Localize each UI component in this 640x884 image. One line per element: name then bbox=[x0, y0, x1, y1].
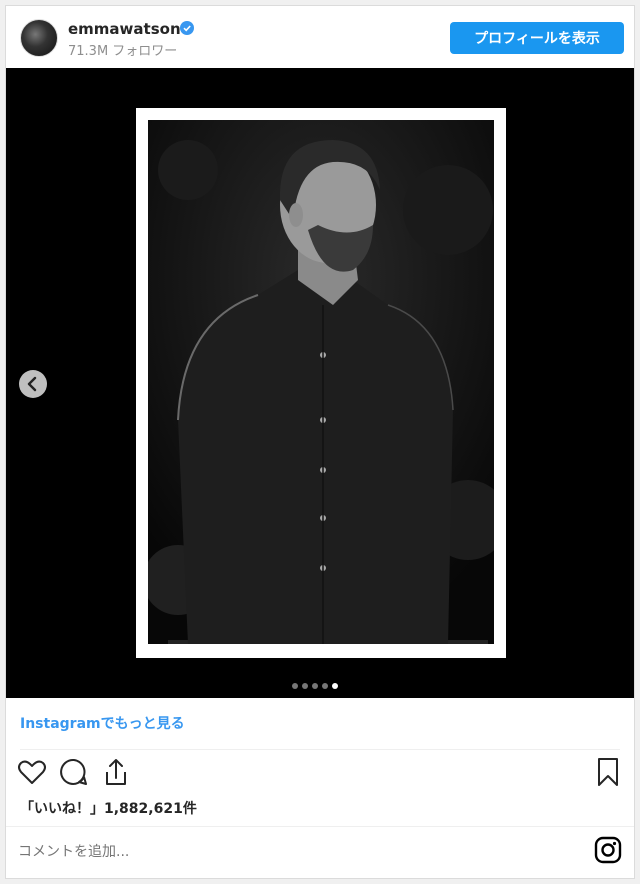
instagram-embed-card: emmawatson 71.3M フォロワー プロフィールを表示 Instagr… bbox=[5, 5, 635, 879]
username[interactable]: emmawatson bbox=[68, 20, 181, 38]
action-bar bbox=[6, 756, 634, 796]
view-more-on-instagram-link[interactable]: Instagramでもっと見る bbox=[20, 713, 185, 733]
bookmark-icon[interactable] bbox=[592, 756, 624, 788]
comment-icon[interactable] bbox=[58, 756, 90, 788]
comment-input[interactable] bbox=[16, 836, 560, 868]
instagram-logo-icon[interactable] bbox=[594, 836, 622, 864]
post-photo bbox=[148, 120, 494, 644]
chevron-left-icon bbox=[27, 376, 37, 392]
carousel-dot bbox=[322, 683, 328, 689]
verified-badge-icon bbox=[180, 21, 194, 35]
carousel-dot bbox=[302, 683, 308, 689]
carousel-dot bbox=[312, 683, 318, 689]
photo-frame bbox=[136, 108, 506, 658]
portrait-photo bbox=[148, 120, 494, 644]
follower-count: 71.3M フォロワー bbox=[68, 44, 178, 59]
view-profile-button[interactable]: プロフィールを表示 bbox=[450, 22, 624, 54]
heart-icon[interactable] bbox=[16, 756, 48, 788]
divider bbox=[6, 826, 634, 827]
post-media[interactable] bbox=[6, 68, 634, 698]
carousel-dot bbox=[292, 683, 298, 689]
like-count[interactable]: 「いいね！」1,882,621件 bbox=[20, 798, 197, 818]
post-header: emmawatson 71.3M フォロワー プロフィールを表示 bbox=[6, 6, 634, 68]
carousel-dot-active bbox=[332, 683, 338, 689]
carousel-indicator bbox=[292, 674, 342, 689]
divider bbox=[20, 749, 620, 750]
avatar[interactable] bbox=[20, 19, 58, 57]
share-icon[interactable] bbox=[100, 756, 132, 788]
previous-slide-button[interactable] bbox=[19, 370, 47, 398]
